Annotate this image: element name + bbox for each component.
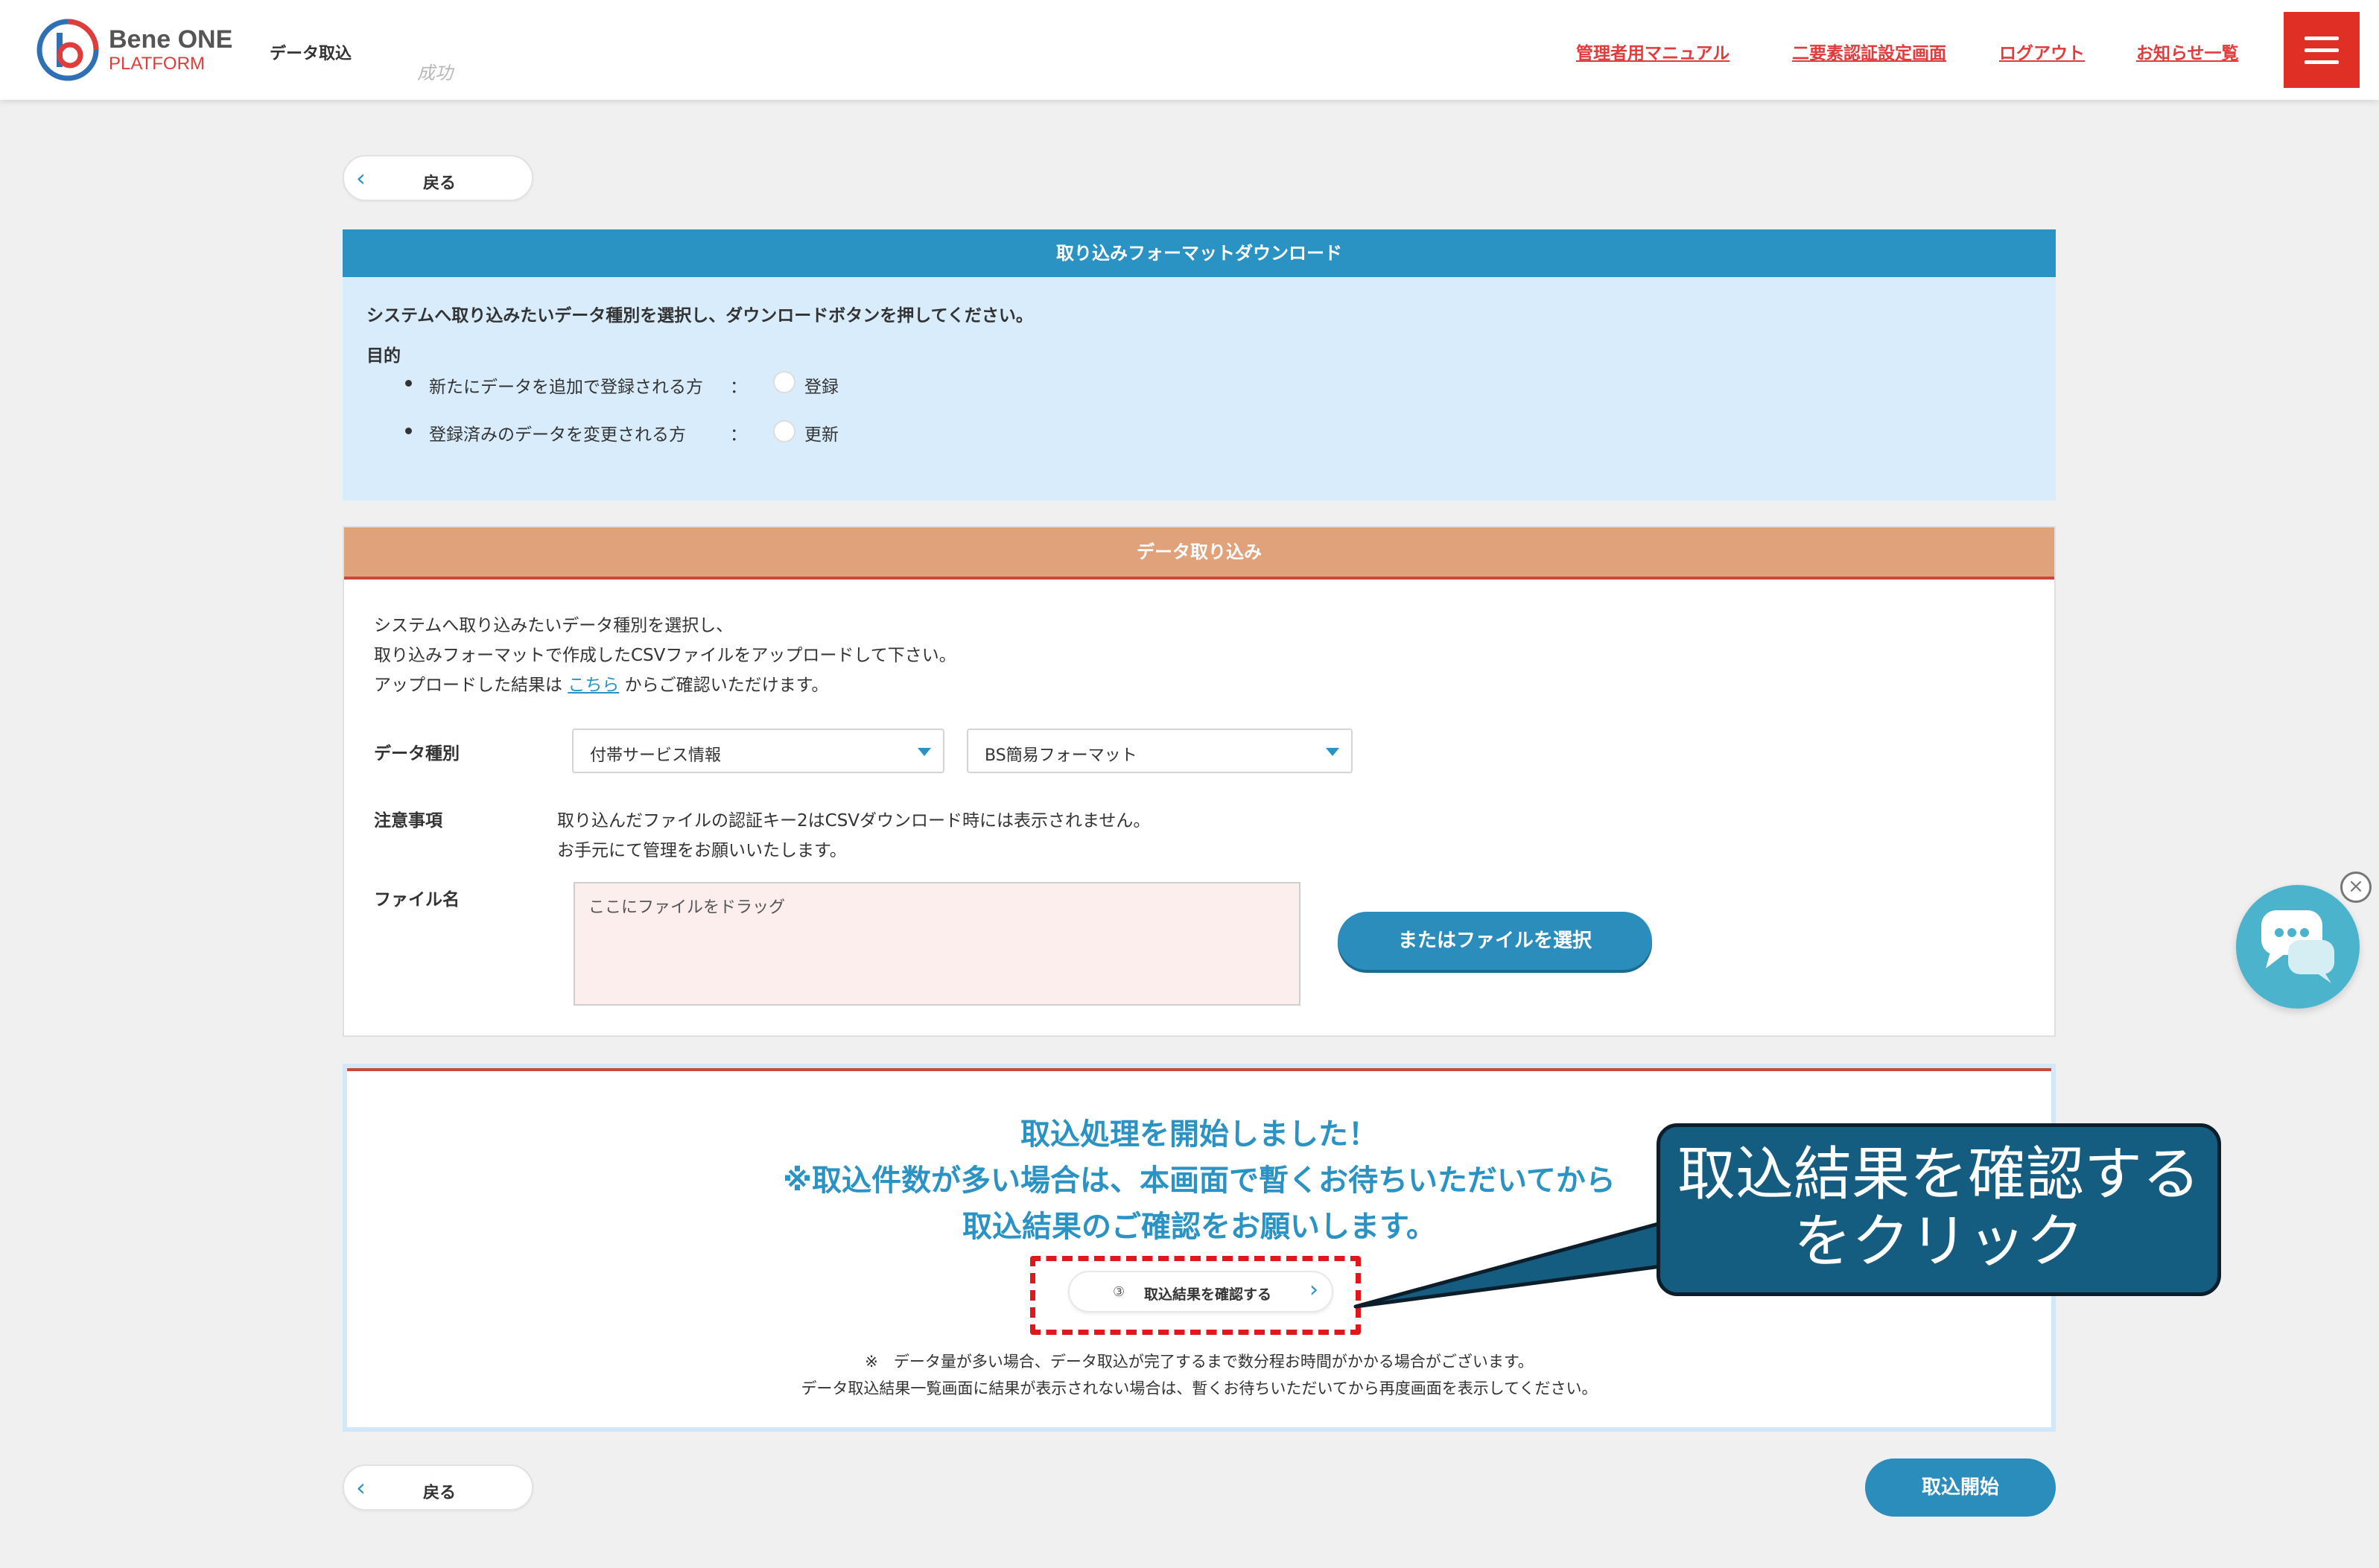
choose-file-button[interactable]: またはファイルを選択 <box>1338 912 1652 970</box>
option-update-text: 登録済みのデータを変更される方 <box>429 425 686 445</box>
option-update-sep: ： <box>730 425 747 445</box>
start-import-button[interactable]: 取込開始 <box>1865 1459 2056 1517</box>
notes-line1: 取り込んだファイルの認証キー2はCSVダウンロード時には表示されません。 <box>557 811 1151 831</box>
results-link[interactable]: こちら <box>568 676 619 695</box>
data-import-section: データ取り込み システムへ取り込みたいデータ種別を選択し、 取り込みフォーマット… <box>343 526 2056 1037</box>
app-header: Bene ONE PLATFORM データ取込 成功 管理者用マニュアル 二要素… <box>0 0 2379 100</box>
back-button-label: 戻る <box>422 174 456 193</box>
status-note-2: データ取込結果一覧画面に結果が表示されない場合は、暫くお待ちいただいてから再度画… <box>801 1380 1598 1397</box>
data-import-title: データ取り込み <box>344 527 2054 580</box>
purpose-label: 目的 <box>366 346 401 366</box>
success-stamp: 成功 <box>417 63 453 83</box>
callout-line1: 取込結果を確認する <box>1677 1141 2200 1208</box>
dropzone-placeholder: ここにファイルをドラッグ <box>588 898 786 917</box>
nav-logout-link[interactable]: ログアウト <box>1999 39 2085 64</box>
bullet-dot <box>405 380 412 387</box>
notes-label: 注意事項 <box>374 811 442 831</box>
bene-one-logo-icon[interactable] <box>36 18 100 82</box>
caret-down-icon <box>1326 748 1339 756</box>
import-instruction-line3: アップロードした結果は こちら からご確認いただけます。 <box>374 670 828 696</box>
radio-update-label: 更新 <box>804 425 839 445</box>
hamburger-menu-button[interactable] <box>2284 12 2360 88</box>
data-type-select[interactable]: 付帯サービス情報 <box>572 729 944 773</box>
radio-register-label: 登録 <box>804 378 839 397</box>
caret-down-icon <box>918 748 931 756</box>
format-download-section: 取り込みフォーマットダウンロード システムへ取り込みたいデータ種別を選択し、ダウ… <box>343 229 2056 501</box>
section-divider <box>347 1068 2051 1071</box>
status-note-1: ※ データ量が多い場合、データ取込が完了するまで数分程お時間がかかる場合がござい… <box>865 1353 1534 1371</box>
highlight-dashed-box <box>1030 1256 1361 1335</box>
import-instruction-line2: 取り込みフォーマットで作成したCSVファイルをアップロードして下さい。 <box>374 646 956 665</box>
callout-pointer <box>1353 1221 1663 1309</box>
page-title: データ取込 <box>270 45 352 63</box>
radio-update[interactable] <box>773 420 795 442</box>
hamburger-icon <box>2305 36 2339 40</box>
nav-two-factor-link[interactable]: 二要素認証設定画面 <box>1792 39 1946 64</box>
bullet-dot <box>405 428 412 434</box>
line3-post: からご確認いただけます。 <box>624 676 829 695</box>
back-button-label: 戻る <box>422 1484 456 1502</box>
chat-icon <box>2261 910 2334 983</box>
format-instruction: システムへ取り込みたいデータ種別を選択し、ダウンロードボタンを押してください。 <box>366 306 1033 326</box>
option-register-text: 新たにデータを追加で登録される方 <box>429 378 703 397</box>
format-type-select-value: BS簡易フォーマット <box>985 746 1137 765</box>
back-button-top[interactable]: ‹ 戻る <box>343 155 533 201</box>
format-download-title: 取り込みフォーマットダウンロード <box>343 229 2056 277</box>
format-type-select[interactable]: BS簡易フォーマット <box>967 729 1353 773</box>
file-dropzone[interactable]: ここにファイルをドラッグ <box>574 882 1300 1006</box>
radio-register[interactable] <box>773 371 795 393</box>
back-button-bottom[interactable]: ‹ 戻る <box>343 1464 533 1511</box>
file-name-label: ファイル名 <box>374 890 460 910</box>
data-type-label: データ種別 <box>374 744 460 764</box>
nav-admin-manual-link[interactable]: 管理者用マニュアル <box>1576 39 1730 64</box>
chat-widget-button[interactable] <box>2236 885 2360 1009</box>
callout-line2: をクリック <box>1793 1208 2084 1275</box>
brand-name: Bene ONE <box>109 25 233 54</box>
data-type-select-value: 付帯サービス情報 <box>590 746 722 765</box>
notes-line2: お手元にて管理をお願いいたします。 <box>557 841 847 860</box>
nav-notices-link[interactable]: お知らせ一覧 <box>2136 39 2239 64</box>
chat-close-icon[interactable]: × <box>2340 872 2372 903</box>
brand-sub: PLATFORM <box>109 54 205 74</box>
option-register-sep: ： <box>730 378 747 397</box>
import-instruction-line1: システムへ取り込みたいデータ種別を選択し、 <box>374 616 734 635</box>
line3-pre: アップロードした結果は <box>374 676 562 695</box>
instruction-callout: 取込結果を確認する をクリック <box>1657 1123 2221 1296</box>
